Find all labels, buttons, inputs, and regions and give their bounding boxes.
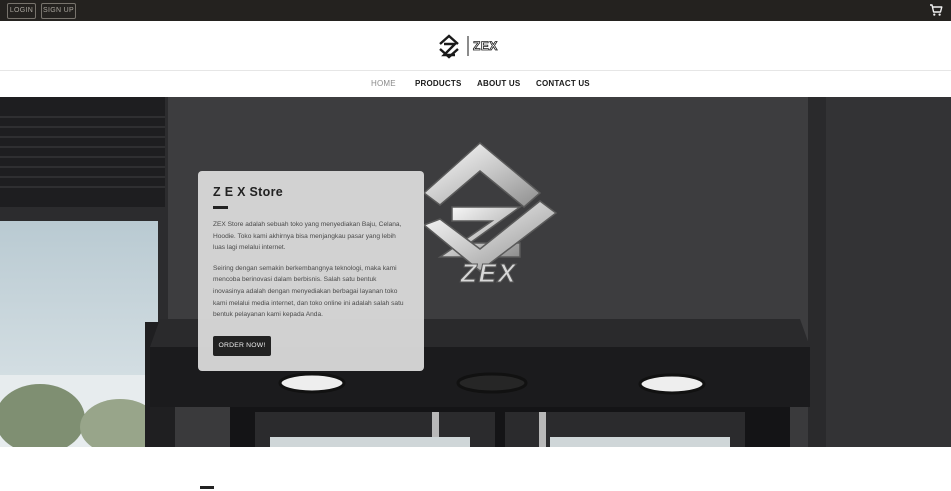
next-section bbox=[0, 447, 951, 491]
cart-icon[interactable] bbox=[929, 3, 943, 17]
site-header: ZEX bbox=[0, 21, 951, 71]
nav-products[interactable]: PRODUCTS bbox=[415, 79, 462, 88]
top-bar: LOGIN SIGN UP bbox=[0, 0, 951, 21]
nav-about-us[interactable]: ABOUT US bbox=[477, 79, 520, 88]
storefront-image: ZEX bbox=[0, 97, 951, 447]
card-title: Z E X Store bbox=[213, 185, 283, 199]
sign-text: ZEX bbox=[460, 258, 518, 288]
hero-banner: ZEX Z E X Store ZEX Store adalah sebuah … bbox=[0, 97, 951, 447]
order-now-button[interactable]: ORDER NOW! bbox=[213, 336, 271, 356]
zex-logo-icon[interactable]: ZEX bbox=[438, 33, 508, 59]
store-info-card: Z E X Store ZEX Store adalah sebuah toko… bbox=[198, 171, 424, 371]
card-paragraph-1: ZEX Store adalah sebuah toko yang menyed… bbox=[213, 221, 402, 252]
section-underline bbox=[200, 486, 214, 489]
login-button[interactable]: LOGIN bbox=[7, 3, 36, 19]
main-nav: HOME PRODUCTS ABOUT US CONTACT US bbox=[0, 71, 951, 97]
card-paragraph-2: Seiring dengan semakin berkembangnya tek… bbox=[213, 264, 404, 319]
logo-text: ZEX bbox=[473, 39, 498, 53]
nav-home[interactable]: HOME bbox=[371, 79, 396, 88]
title-underline bbox=[213, 206, 228, 209]
nav-contact-us[interactable]: CONTACT US bbox=[536, 79, 590, 88]
signup-button[interactable]: SIGN UP bbox=[41, 3, 76, 19]
